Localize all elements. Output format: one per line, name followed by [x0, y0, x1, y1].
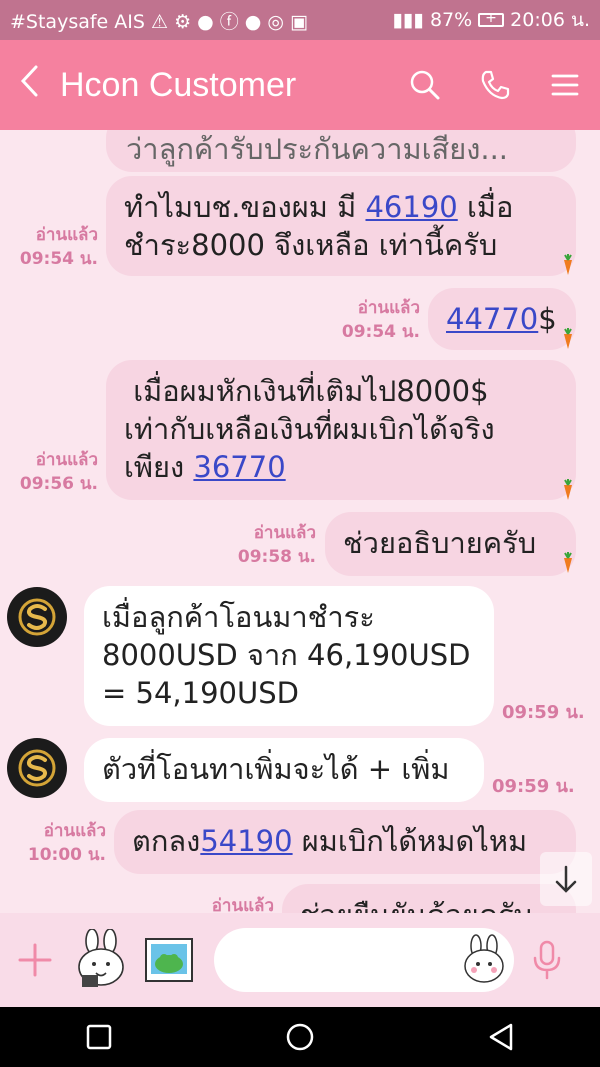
message-time: 09:59 น.	[492, 776, 575, 797]
read-label: อ่านแล้ว	[35, 225, 98, 245]
add-button[interactable]	[0, 913, 70, 1007]
arrow-down-icon	[555, 865, 577, 893]
photo-icon	[145, 938, 193, 982]
signal-icon: ▮▮▮	[392, 9, 424, 31]
search-button[interactable]	[390, 69, 460, 101]
carrier-text: #Staysafe AIS	[10, 10, 145, 33]
number-link[interactable]: 36770	[193, 450, 285, 484]
microphone-icon	[533, 940, 561, 980]
message-bubble[interactable]: ตัวที่โอนทาเพิ่มจะได้ + เพิ่ม	[84, 738, 484, 802]
scroll-to-bottom-button[interactable]	[540, 852, 592, 906]
message-bubble[interactable]: เมื่อผมหักเงินที่เติมไป8000$ เท่ากับเหลื…	[106, 360, 576, 500]
battery-percent: 87%	[429, 9, 473, 31]
carrot-sticker-icon	[564, 479, 572, 500]
call-button[interactable]	[460, 69, 530, 101]
message-text: ช่วยอธิบายครับ	[343, 526, 537, 560]
search-icon	[410, 70, 440, 100]
message-line: ทำไมบช.ของผม มี 46190 เมื่อ	[124, 188, 558, 226]
read-label: อ่านแล้ว	[211, 896, 274, 913]
message-line: ชำระ8000 จึงเหลือ เท่านี้ครับ	[124, 228, 498, 262]
number-link[interactable]: 44770	[446, 302, 538, 336]
message-line: เท่ากับเหลือเงินที่ผมเบิกได้จริง	[124, 412, 495, 446]
message-time: 09:54 น.	[19, 249, 98, 269]
sticker-button[interactable]	[70, 913, 132, 1007]
read-label: อ่านแล้ว	[35, 450, 98, 470]
system-nav-bar	[0, 1007, 600, 1067]
message-time: 09:56 น.	[19, 474, 98, 494]
plus-icon	[18, 943, 52, 977]
menu-button[interactable]	[530, 73, 600, 97]
clock: 20:06 น.	[510, 9, 590, 31]
message-list[interactable]: ว่าลูกค้ารับประกันความเสียง... อ่านแล้ว …	[0, 130, 600, 913]
message-bubble[interactable]: ว่าลูกค้ารับประกันความเสียง...	[106, 130, 576, 172]
message-text: เมื่อ	[457, 190, 514, 224]
message-text: ผมเบิกได้หมดไหม	[292, 824, 528, 858]
status-right: ▮▮▮ 87% 20:06 น.	[393, 5, 590, 35]
status-left: #Staysafe AIS ⚠ ⚙ ● ⓕ ● ◎ ▣	[10, 7, 393, 34]
chevron-left-icon	[20, 65, 38, 96]
message-bubble[interactable]: ช่วยยืนยันด้วยครับ	[282, 884, 576, 913]
battery-icon	[478, 10, 505, 27]
message-time: 09:54 น.	[341, 322, 420, 342]
home-icon[interactable]	[284, 1021, 316, 1053]
menu-icon	[551, 74, 579, 96]
avatar[interactable]	[7, 587, 67, 647]
input-bar	[0, 913, 600, 1007]
phone-icon	[481, 70, 510, 100]
read-receipt: อ่านแล้ว 09:56 น.	[10, 448, 98, 496]
sticker-bunny-icon	[78, 929, 124, 987]
read-receipt: อ่านแล้ว 10:00 น.	[12, 819, 106, 867]
status-bar: #Staysafe AIS ⚠ ⚙ ● ⓕ ● ◎ ▣ ▮▮▮ 87% 20:0…	[0, 0, 600, 40]
read-label: อ่านแล้ว	[253, 523, 316, 543]
back-nav-icon[interactable]	[487, 1022, 515, 1052]
chat-header: Hcon Customer	[0, 40, 600, 130]
read-receipt: อ่านแล้ว 09:58 น.	[228, 521, 316, 569]
read-receipt: อ่านแล้ว	[186, 894, 274, 913]
message-line: = 54,190USD	[102, 676, 299, 710]
message-line: เพียง 36770	[124, 448, 558, 486]
read-label: อ่านแล้ว	[43, 821, 106, 841]
message-text: ทำไมบช.ของผม มี	[124, 190, 366, 224]
message-bubble[interactable]: ทำไมบช.ของผม มี 46190 เมื่อ ชำระ8000 จึง…	[106, 176, 576, 276]
back-button[interactable]	[0, 64, 60, 107]
chat-title: Hcon Customer	[60, 65, 297, 104]
message-time: 09:58 น.	[237, 547, 316, 567]
carrot-sticker-icon	[564, 328, 572, 349]
message-time: 09:59 น.	[502, 702, 585, 723]
emoji-icon[interactable]	[462, 934, 506, 984]
number-link[interactable]: 46190	[365, 190, 457, 224]
message-text: ว่าลูกค้ารับประกันความเสียง...	[126, 132, 509, 166]
message-bubble[interactable]: ตกลง54190 ผมเบิกได้หมดไหม	[114, 810, 576, 874]
message-text: ตัวที่โอนทาเพิ่มจะได้ + เพิ่ม	[102, 752, 450, 786]
recent-apps-icon[interactable]	[85, 1023, 113, 1051]
message-line: เมื่อผมหักเงินที่เติมไป8000$	[124, 374, 489, 408]
message-line: เมื่อลูกค้าโอนมาชำระ	[102, 600, 375, 634]
read-receipt: อ่านแล้ว 09:54 น.	[332, 296, 420, 344]
company-logo-icon	[18, 598, 56, 636]
carrot-sticker-icon	[564, 254, 572, 275]
message-text: เพียง	[124, 450, 194, 484]
message-bubble[interactable]: ช่วยอธิบายครับ	[325, 512, 576, 576]
message-line: 8000USD จาก 46,190USD	[102, 638, 471, 672]
message-text: $	[538, 302, 557, 336]
message-bubble[interactable]: 44770$	[428, 288, 576, 350]
avatar[interactable]	[7, 738, 67, 798]
message-time: 10:00 น.	[27, 845, 106, 865]
message-input[interactable]	[214, 928, 514, 992]
read-label: อ่านแล้ว	[357, 298, 420, 318]
message-bubble[interactable]: เมื่อลูกค้าโอนมาชำระ 8000USD จาก 46,190U…	[84, 586, 494, 726]
company-logo-icon	[18, 749, 56, 787]
photo-button[interactable]	[132, 913, 206, 1007]
message-text: ตกลง	[132, 824, 201, 858]
message-text: ช่วยยืนยันด้วยครับ	[300, 898, 532, 913]
voice-button[interactable]	[514, 913, 580, 1007]
carrot-sticker-icon	[564, 552, 572, 573]
number-link[interactable]: 54190	[200, 824, 292, 858]
read-receipt: อ่านแล้ว 09:54 น.	[10, 223, 98, 271]
warning-icon: ⚠ ⚙ ● ⓕ ● ◎ ▣	[151, 10, 308, 33]
